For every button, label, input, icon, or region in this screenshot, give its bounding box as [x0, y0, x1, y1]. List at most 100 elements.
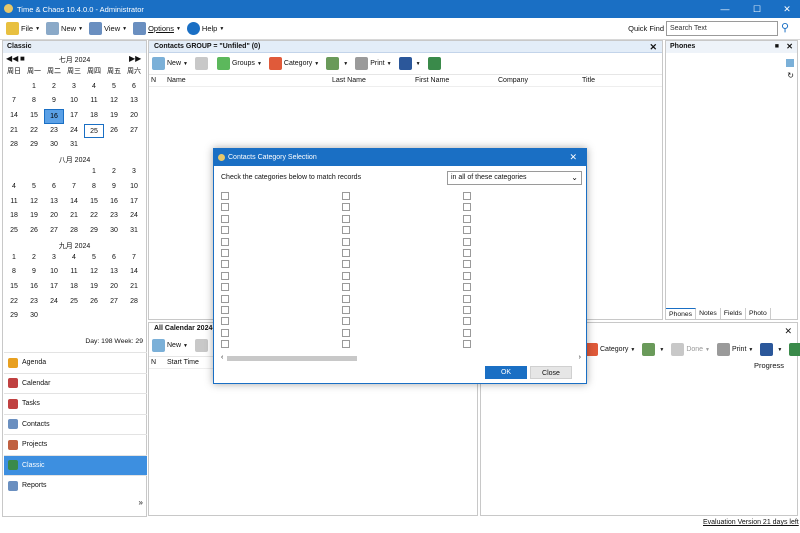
category-checkbox[interactable]: [342, 317, 350, 326]
calendar-day[interactable]: 10: [64, 94, 84, 109]
tab-phones[interactable]: Phones: [666, 308, 697, 319]
category-button[interactable]: Category ▼: [585, 343, 635, 356]
calendar-day[interactable]: 14: [124, 265, 144, 280]
category-checkbox[interactable]: [463, 249, 471, 257]
category-checkbox[interactable]: [221, 203, 229, 212]
calendar-day[interactable]: 4: [64, 251, 84, 266]
category-checkbox[interactable]: [342, 283, 350, 292]
new-contact-button[interactable]: New ▼: [152, 57, 188, 70]
category-checkbox[interactable]: [221, 271, 229, 280]
calendar-day[interactable]: 20: [104, 280, 124, 295]
tree-button[interactable]: ▼: [642, 343, 664, 356]
calendar-day[interactable]: 8: [24, 94, 44, 109]
category-checkbox[interactable]: [463, 260, 471, 269]
minimize-button[interactable]: —: [710, 0, 740, 18]
calendar-day[interactable]: 12: [24, 195, 44, 210]
search-icon[interactable]: ⚲: [781, 21, 789, 34]
print-button[interactable]: Print ▼: [355, 57, 392, 70]
calendar-day[interactable]: 7: [4, 94, 24, 109]
nav-item-contacts[interactable]: Contacts: [4, 413, 147, 434]
category-checkbox[interactable]: [342, 237, 350, 246]
file-menu[interactable]: File ▼: [6, 20, 40, 38]
calendar-day[interactable]: 8: [84, 180, 104, 195]
category-checkbox[interactable]: [221, 214, 229, 223]
category-checkbox[interactable]: [342, 294, 350, 303]
close-icon[interactable]: ✕: [649, 41, 657, 53]
calendar-day[interactable]: 25: [4, 224, 24, 239]
calendar-day[interactable]: 30: [44, 138, 64, 153]
calendar-day[interactable]: 3: [64, 80, 84, 95]
match-mode-select[interactable]: in all of these categories ⌄: [447, 171, 582, 185]
calendar-day[interactable]: 9: [104, 180, 124, 195]
column-header[interactable]: Start Time: [167, 359, 199, 366]
scroll-left-icon[interactable]: ‹: [221, 354, 223, 361]
calendar-day[interactable]: 10: [124, 180, 144, 195]
category-checkbox[interactable]: [342, 214, 350, 223]
word-button[interactable]: ▼: [398, 57, 421, 70]
close-icon[interactable]: ✕: [569, 149, 577, 166]
category-checkbox[interactable]: [342, 328, 350, 337]
refresh-icon[interactable]: ↻: [787, 71, 794, 80]
calendar-day[interactable]: 24: [64, 124, 84, 139]
delete-button[interactable]: [194, 57, 210, 70]
column-header[interactable]: Progress: [754, 361, 784, 370]
horizontal-scrollbar[interactable]: ‹ ›: [221, 354, 581, 363]
category-checkbox[interactable]: [221, 317, 229, 326]
nav-item-projects[interactable]: Projects: [4, 434, 147, 454]
calendar-day[interactable]: 13: [104, 265, 124, 280]
category-checkbox[interactable]: [221, 192, 229, 200]
category-checkbox[interactable]: [221, 237, 229, 246]
category-checkbox[interactable]: [463, 214, 471, 223]
category-checkbox[interactable]: [463, 271, 471, 280]
scroll-thumb[interactable]: [227, 356, 357, 361]
maximize-button[interactable]: ☐: [742, 0, 772, 18]
calendar-day[interactable]: 30: [24, 309, 44, 324]
calendar-day[interactable]: 27: [104, 295, 124, 310]
calendar-day[interactable]: 7: [124, 251, 144, 266]
category-checkbox[interactable]: [221, 306, 229, 314]
calendar-day[interactable]: 26: [104, 124, 124, 139]
help-menu[interactable]: Help ▼: [186, 20, 224, 38]
calendar-day[interactable]: 2: [44, 80, 64, 95]
column-header[interactable]: Last Name: [332, 77, 366, 84]
calendar-day[interactable]: 30: [104, 224, 124, 239]
category-button[interactable]: Category ▼: [268, 57, 319, 70]
ok-button[interactable]: OK: [485, 366, 527, 379]
copy-icon[interactable]: [786, 59, 794, 67]
category-checkbox[interactable]: [463, 317, 471, 326]
calendar-day[interactable]: 27: [124, 124, 144, 139]
calendar-day[interactable]: 12: [104, 94, 124, 109]
word-button[interactable]: ▼: [760, 343, 782, 356]
calendar-day[interactable]: 6: [44, 180, 64, 195]
delete-button[interactable]: [194, 339, 210, 352]
calendar-day[interactable]: 19: [24, 209, 44, 224]
calendar-day[interactable]: 23: [44, 124, 64, 139]
close-icon[interactable]: ✕: [784, 326, 792, 337]
calendar-day[interactable]: 9: [44, 94, 64, 109]
close-button[interactable]: Close: [530, 366, 572, 379]
calendar-day[interactable]: 27: [44, 224, 64, 239]
tab-photo[interactable]: Photo: [746, 308, 771, 319]
calendar-day[interactable]: 21: [124, 280, 144, 295]
calendar-day[interactable]: 28: [64, 224, 84, 239]
groups-button[interactable]: Groups ▼: [216, 57, 262, 70]
calendar-day[interactable]: 31: [124, 224, 144, 239]
close-window-button[interactable]: ✕: [772, 0, 800, 18]
calendar-day[interactable]: 4: [4, 180, 24, 195]
calendar-day[interactable]: 24: [124, 209, 144, 224]
calendar-day[interactable]: 25: [84, 123, 104, 139]
calendar-day[interactable]: 22: [4, 295, 24, 310]
category-checkbox[interactable]: [463, 306, 471, 314]
calendar-day[interactable]: 14: [64, 195, 84, 210]
calendar-day[interactable]: 18: [4, 209, 24, 224]
excel-button[interactable]: [427, 57, 443, 70]
category-checkbox[interactable]: [463, 203, 471, 212]
options-menu[interactable]: Options ▼: [133, 20, 181, 38]
calendar-day[interactable]: 10: [44, 265, 64, 280]
column-header[interactable]: Company: [498, 77, 528, 84]
category-checkbox[interactable]: [463, 328, 471, 337]
more-chevron-icon[interactable]: »: [139, 498, 143, 507]
calendar-day[interactable]: 23: [104, 209, 124, 224]
category-checkbox[interactable]: [463, 192, 471, 200]
view-menu[interactable]: View ▼: [89, 20, 127, 38]
